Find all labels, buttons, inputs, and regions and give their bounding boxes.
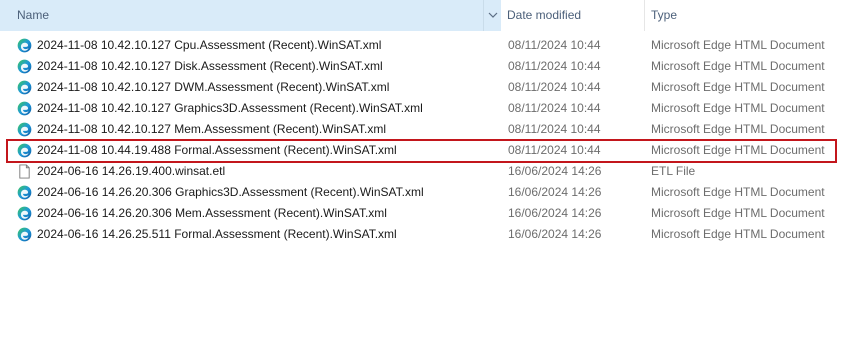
- file-type: Microsoft Edge HTML Document: [651, 122, 825, 136]
- edge-icon: [17, 38, 32, 53]
- edge-icon: [17, 122, 32, 137]
- file-name: 2024-11-08 10.42.10.127 Graphics3D.Asses…: [37, 101, 423, 115]
- column-header-name[interactable]: Name: [0, 0, 501, 31]
- file-type: Microsoft Edge HTML Document: [651, 227, 825, 241]
- file-date-modified: 08/11/2024 10:44: [508, 143, 601, 157]
- file-date-modified: 16/06/2024 14:26: [508, 185, 602, 199]
- file-type: Microsoft Edge HTML Document: [651, 206, 825, 220]
- file-name: 2024-11-08 10.42.10.127 Mem.Assessment (…: [37, 122, 387, 136]
- file-date-modified: 08/11/2024 10:44: [508, 38, 601, 52]
- column-dropdown-button[interactable]: [483, 0, 502, 31]
- file-type: ETL File: [651, 164, 696, 178]
- column-header-type-label: Type: [651, 8, 678, 22]
- file-row-highlighted[interactable]: 2024-11-08 10.44.19.488 Formal.Assessmen…: [0, 139, 855, 163]
- file-type: Microsoft Edge HTML Document: [651, 38, 825, 52]
- file-date-modified: 08/11/2024 10:44: [508, 101, 601, 115]
- edge-icon: [17, 101, 32, 116]
- file-name: 2024-06-16 14.26.19.400.winsat.etl: [37, 164, 226, 178]
- edge-icon: [17, 206, 32, 221]
- column-header-type[interactable]: Type: [645, 0, 855, 31]
- file-name: 2024-06-16 14.26.25.511 Formal.Assessmen…: [37, 227, 397, 241]
- file-date-modified: 16/06/2024 14:26: [508, 164, 602, 178]
- column-header-date-modified[interactable]: Date modified: [502, 0, 645, 31]
- file-row[interactable]: 2024-11-08 10.42.10.127 Disk.Assessment …: [0, 56, 855, 77]
- file-row[interactable]: 2024-06-16 14.26.20.306 Graphics3D.Asses…: [0, 182, 855, 203]
- file-row[interactable]: 2024-06-16 14.26.25.511 Formal.Assessmen…: [0, 224, 855, 245]
- edge-icon: [17, 185, 32, 200]
- column-header-date-label: Date modified: [507, 8, 582, 22]
- file-date-modified: 16/06/2024 14:26: [508, 206, 602, 220]
- column-header-bar: Name Date modified Type: [0, 0, 855, 31]
- edge-icon: [17, 59, 32, 74]
- chevron-down-icon: [488, 12, 498, 18]
- file-row[interactable]: 2024-06-16 14.26.19.400.winsat.etl 16/06/…: [0, 161, 855, 182]
- edge-icon: [17, 143, 32, 158]
- file-row[interactable]: 2024-11-08 10.42.10.127 Cpu.Assessment (…: [0, 35, 855, 56]
- file-name: 2024-11-08 10.42.10.127 Disk.Assessment …: [37, 59, 383, 73]
- file-name: 2024-06-16 14.26.20.306 Graphics3D.Asses…: [37, 185, 424, 199]
- file-row[interactable]: 2024-11-08 10.42.10.127 DWM.Assessment (…: [0, 77, 855, 98]
- file-type: Microsoft Edge HTML Document: [651, 59, 825, 73]
- file-name: 2024-11-08 10.42.10.127 DWM.Assessment (…: [37, 80, 390, 94]
- file-row[interactable]: 2024-11-08 10.42.10.127 Mem.Assessment (…: [0, 119, 855, 140]
- column-header-name-label: Name: [17, 8, 50, 22]
- file-name: 2024-11-08 10.44.19.488 Formal.Assessmen…: [37, 143, 397, 157]
- file-row[interactable]: 2024-06-16 14.26.20.306 Mem.Assessment (…: [0, 203, 855, 224]
- file-date-modified: 08/11/2024 10:44: [508, 59, 601, 73]
- file-type: Microsoft Edge HTML Document: [651, 80, 825, 94]
- file-icon: [17, 164, 32, 179]
- file-type: Microsoft Edge HTML Document: [651, 143, 825, 157]
- file-date-modified: 08/11/2024 10:44: [508, 80, 601, 94]
- file-name: 2024-11-08 10.42.10.127 Cpu.Assessment (…: [37, 38, 382, 52]
- file-type: Microsoft Edge HTML Document: [651, 101, 825, 115]
- file-date-modified: 08/11/2024 10:44: [508, 122, 601, 136]
- file-list: 2024-11-08 10.42.10.127 Cpu.Assessment (…: [0, 35, 855, 245]
- file-row[interactable]: 2024-11-08 10.42.10.127 Graphics3D.Asses…: [0, 98, 855, 119]
- edge-icon: [17, 227, 32, 242]
- edge-icon: [17, 80, 32, 95]
- file-date-modified: 16/06/2024 14:26: [508, 227, 602, 241]
- file-type: Microsoft Edge HTML Document: [651, 185, 825, 199]
- file-name: 2024-06-16 14.26.20.306 Mem.Assessment (…: [37, 206, 387, 220]
